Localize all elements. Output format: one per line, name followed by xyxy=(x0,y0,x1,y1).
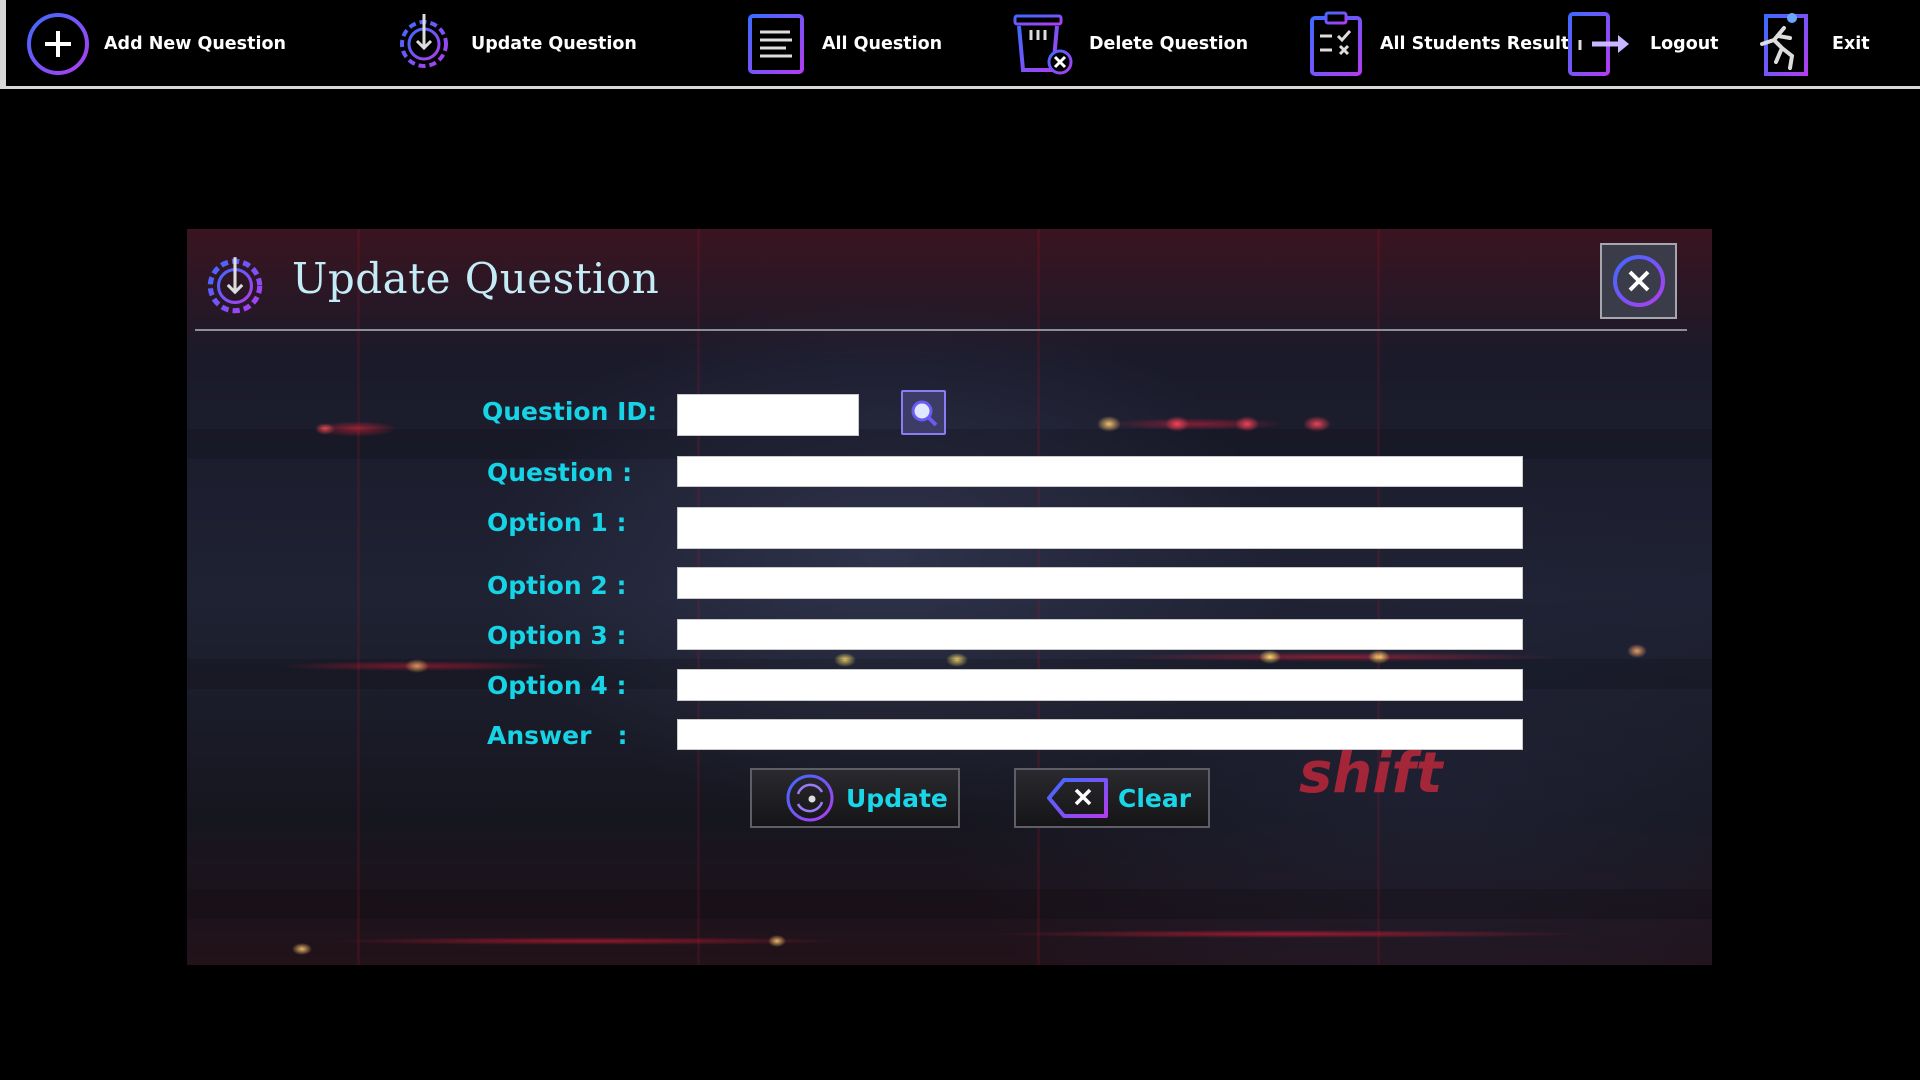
question-input[interactable] xyxy=(677,456,1523,487)
top-menu-bar: Add New Question Update Question All Que… xyxy=(0,0,1920,89)
close-button[interactable] xyxy=(1600,243,1677,319)
clear-button-label: Clear xyxy=(1118,783,1192,813)
menu-label: Exit xyxy=(1832,34,1870,54)
option1-label: Option 1 : xyxy=(487,508,627,537)
update-button-label: Update xyxy=(846,783,948,813)
question-id-input[interactable] xyxy=(677,394,859,436)
keyboard-shift-background-text: shift xyxy=(1299,741,1443,806)
question-id-label: Question ID: xyxy=(482,397,658,426)
clipboard-check-icon xyxy=(1310,11,1362,76)
menu-update-question[interactable]: Update Question xyxy=(390,10,637,78)
page-title: Update Question xyxy=(292,254,660,303)
menu-label: Update Question xyxy=(471,34,637,54)
backspace-x-icon xyxy=(1047,778,1108,818)
close-circle-icon xyxy=(1612,255,1665,307)
option3-input[interactable] xyxy=(677,619,1523,650)
search-icon xyxy=(911,400,937,426)
menu-label: Add New Question xyxy=(104,34,286,54)
menu-label: All Question xyxy=(822,34,943,54)
plus-circle-icon xyxy=(27,13,89,75)
option4-label: Option 4 : xyxy=(487,671,627,700)
question-label: Question : xyxy=(487,458,633,487)
update-question-panel: Update Question shift Question ID: Quest… xyxy=(187,229,1712,965)
clear-button[interactable]: Clear xyxy=(1014,768,1210,828)
option3-label: Option 3 : xyxy=(487,621,627,650)
option2-label: Option 2 : xyxy=(487,571,627,600)
menu-add-new-question[interactable]: Add New Question xyxy=(24,10,286,78)
document-list-icon xyxy=(748,14,804,74)
update-button[interactable]: Update xyxy=(750,768,960,828)
menu-exit[interactable]: Exit xyxy=(1746,10,1870,78)
gear-download-icon xyxy=(400,14,448,68)
refresh-disc-icon xyxy=(786,774,834,822)
option1-input[interactable] xyxy=(677,507,1523,549)
trash-x-icon xyxy=(1013,14,1073,75)
answer-input[interactable] xyxy=(677,719,1523,750)
option2-input[interactable] xyxy=(677,567,1523,599)
menu-all-question[interactable]: All Question xyxy=(742,10,942,78)
search-button[interactable] xyxy=(901,390,946,435)
menu-label: All Students Result xyxy=(1380,34,1570,54)
header-divider xyxy=(195,329,1687,331)
gear-download-icon xyxy=(207,257,263,314)
menu-label: Logout xyxy=(1650,34,1719,54)
logout-door-icon xyxy=(1568,12,1629,76)
menu-all-students-result[interactable]: All Students Result xyxy=(1302,10,1569,78)
answer-label: Answer : xyxy=(487,721,628,750)
menu-label: Delete Question xyxy=(1089,34,1249,54)
option4-input[interactable] xyxy=(677,669,1523,701)
menu-delete-question[interactable]: Delete Question xyxy=(1007,10,1248,78)
menu-logout[interactable]: Logout xyxy=(1562,10,1719,78)
running-exit-icon xyxy=(1750,13,1808,76)
